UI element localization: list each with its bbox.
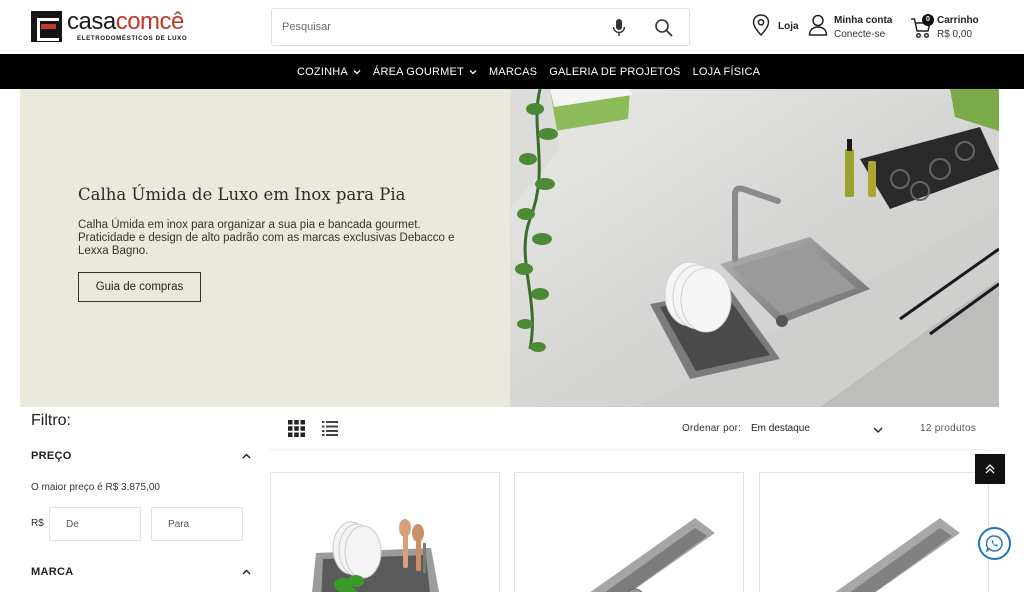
price-filter-label: PREÇO [31, 450, 72, 462]
product-grid [270, 450, 989, 592]
page: casacomcê ELETRODOMÉSTICOS DE LUXO Loja [0, 0, 1024, 592]
nav-item-label: LOJA FÍSICA [692, 65, 761, 78]
search-input[interactable] [282, 18, 602, 36]
store-link-label: Loja [778, 21, 799, 32]
back-to-top-button[interactable] [975, 454, 1005, 484]
chevron-down-icon [873, 427, 883, 433]
sort-select-value: Em destaque [751, 423, 810, 434]
list-view-icon[interactable] [322, 420, 338, 436]
product-card[interactable] [514, 472, 744, 592]
search-icon[interactable] [654, 18, 674, 38]
chevron-down-icon [469, 69, 477, 74]
nav-item-label: COZINHA [297, 65, 348, 78]
nav-item-label: GALERIA DE PROJETOS [549, 65, 681, 78]
whatsapp-icon [986, 535, 1003, 552]
product-count: 12 produtos [920, 423, 977, 434]
cart-count-badge: 0 [922, 14, 934, 26]
nav-item-loja-fisica[interactable]: LOJA FÍSICA [693, 66, 761, 78]
hero-description: Calha Úmida em inox para organizar a sua… [78, 219, 455, 257]
logo-text: casacomcê [67, 8, 184, 36]
chevron-down-icon [353, 69, 361, 74]
product-card[interactable] [270, 472, 500, 592]
price-to-input[interactable] [151, 507, 243, 541]
product-image [271, 473, 499, 592]
site-header: casacomcê ELETRODOMÉSTICOS DE LUXO Loja [0, 0, 1024, 54]
hero-text-panel: Calha Úmida de Luxo em Inox para Pia Cal… [20, 89, 510, 407]
nav-item-cozinha[interactable]: COZINHA [297, 66, 361, 78]
hero-kitchen-image [510, 89, 999, 407]
sort-label: Ordenar por: [682, 423, 742, 434]
filter-title: Filtro: [31, 412, 71, 429]
microphone-icon[interactable] [611, 18, 627, 38]
account-title: Minha conta [834, 15, 893, 26]
hero-banner: Calha Úmida de Luxo em Inox para Pia Cal… [20, 89, 999, 407]
product-toolbar: Ordenar por: Em destaque 12 produtos [270, 407, 989, 450]
nav-item-area-gourmet[interactable]: ÁREA GOURMET [373, 66, 477, 78]
cart-total: R$ 0,00 [937, 29, 973, 40]
sort-select[interactable]: Em destaque [745, 417, 891, 443]
chevron-up-icon [242, 453, 251, 459]
hero-title: Calha Úmida de Luxo em Inox para Pia [78, 185, 406, 204]
user-icon [808, 14, 828, 36]
brand-filter-toggle[interactable]: MARCA [31, 564, 251, 582]
nav-item-galeria-de-projetos[interactable]: GALERIA DE PROJETOS [549, 66, 680, 78]
currency-label: R$ [31, 518, 44, 529]
nav-list: COZINHA ÁREA GOURMET MARCAS GALERIA DE P… [297, 54, 772, 89]
search-box [271, 8, 690, 46]
product-image [515, 473, 743, 592]
max-price-note: O maior preço é R$ 3.875,00 [31, 482, 160, 493]
site-logo[interactable]: casacomcê ELETRODOMÉSTICOS DE LUXO [31, 8, 191, 43]
account-subtitle: Conecte-se [834, 29, 886, 40]
product-image [760, 473, 988, 592]
whatsapp-button[interactable] [978, 527, 1011, 560]
nav-item-marcas[interactable]: MARCAS [489, 66, 537, 78]
logo-brand-main: casa [67, 8, 116, 35]
product-card[interactable] [759, 472, 989, 592]
logo-mark [31, 11, 62, 42]
grid-view-icon[interactable] [288, 420, 305, 437]
price-from-input[interactable] [49, 507, 141, 541]
logo-brand-accent: comcê [115, 8, 185, 35]
logo-tagline: ELETRODOMÉSTICOS DE LUXO [77, 35, 188, 42]
nav-item-label: MARCAS [488, 65, 538, 78]
main-nav: COZINHA ÁREA GOURMET MARCAS GALERIA DE P… [0, 54, 1024, 89]
nav-item-label: ÁREA GOURMET [372, 65, 464, 78]
chevron-up-icon [242, 569, 251, 575]
filter-sidebar: Filtro: PREÇO O maior preço é R$ 3.875,0… [20, 407, 270, 592]
buying-guide-button[interactable]: Guia de compras [78, 272, 201, 302]
double-chevron-up-icon [985, 464, 995, 474]
map-pin-icon [752, 14, 770, 36]
cart-title: Carrinho [937, 15, 979, 26]
price-filter-toggle[interactable]: PREÇO [31, 448, 251, 466]
brand-filter-label: MARCA [31, 566, 74, 578]
